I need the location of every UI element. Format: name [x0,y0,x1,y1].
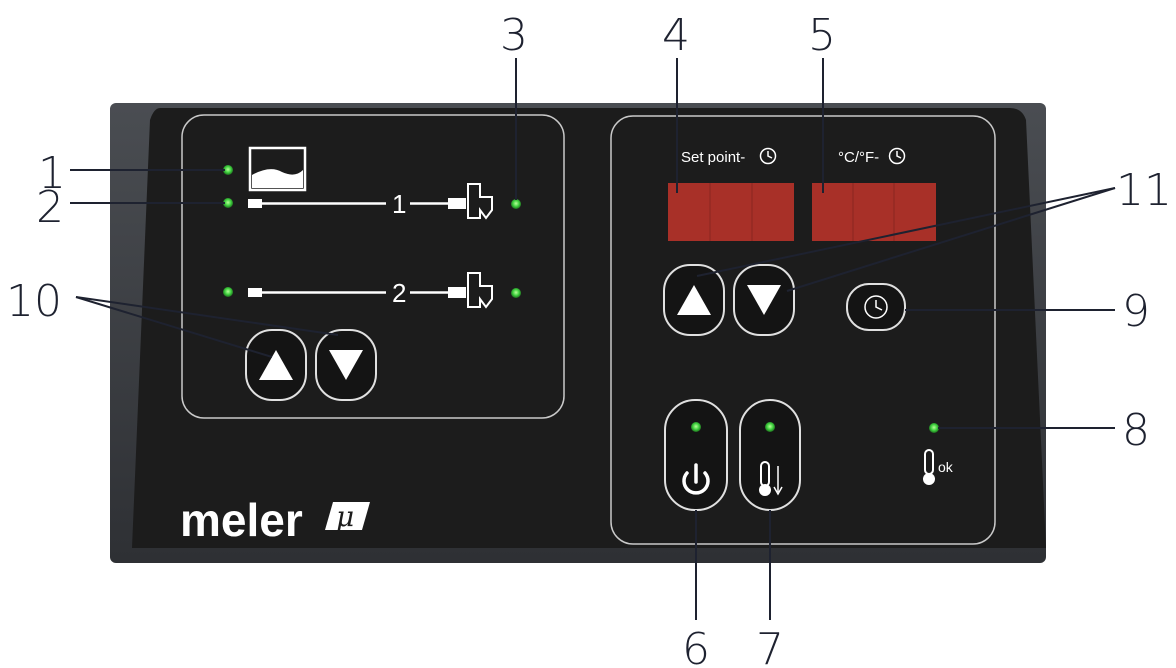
callout-10: 10 [6,276,62,327]
setpoint-down-button[interactable] [733,264,795,336]
callout-11: 11 [1116,165,1172,216]
gun-2-led [511,288,521,298]
setpoint-display [668,183,794,241]
gun-1-led [511,199,521,209]
timer-button[interactable] [846,283,906,331]
ok-label: ok [938,459,954,475]
hose-1-number: 1 [392,189,406,219]
unit-label: °C/°F- [838,149,879,166]
power-button[interactable] [664,399,728,511]
brand-name: meler [180,494,303,546]
callout-5: 5 [808,10,836,61]
standby-button[interactable] [739,399,801,511]
callout-7: 7 [756,624,784,668]
temperature-display [812,183,936,241]
callout-4: 4 [662,10,690,61]
callout-8: 8 [1122,405,1150,456]
svg-text:μ: μ [336,500,354,533]
temperature-ok-led [929,423,939,433]
callout-2: 2 [36,182,64,233]
hose-2-number: 2 [392,278,406,308]
level-down-button[interactable] [315,329,377,401]
callout-9: 9 [1122,286,1150,337]
level-up-button[interactable] [245,329,307,401]
control-panel-diagram: 1 2 meler μ Set point- °C/°F- ok 1 2 3 4… [6,10,1172,668]
standby-led [765,422,775,432]
hose-2-led [223,287,233,297]
power-led [691,422,701,432]
callout-6: 6 [682,624,710,668]
callout-3: 3 [500,10,528,61]
setpoint-label: Set point- [681,149,745,166]
setpoint-up-button[interactable] [663,264,725,336]
